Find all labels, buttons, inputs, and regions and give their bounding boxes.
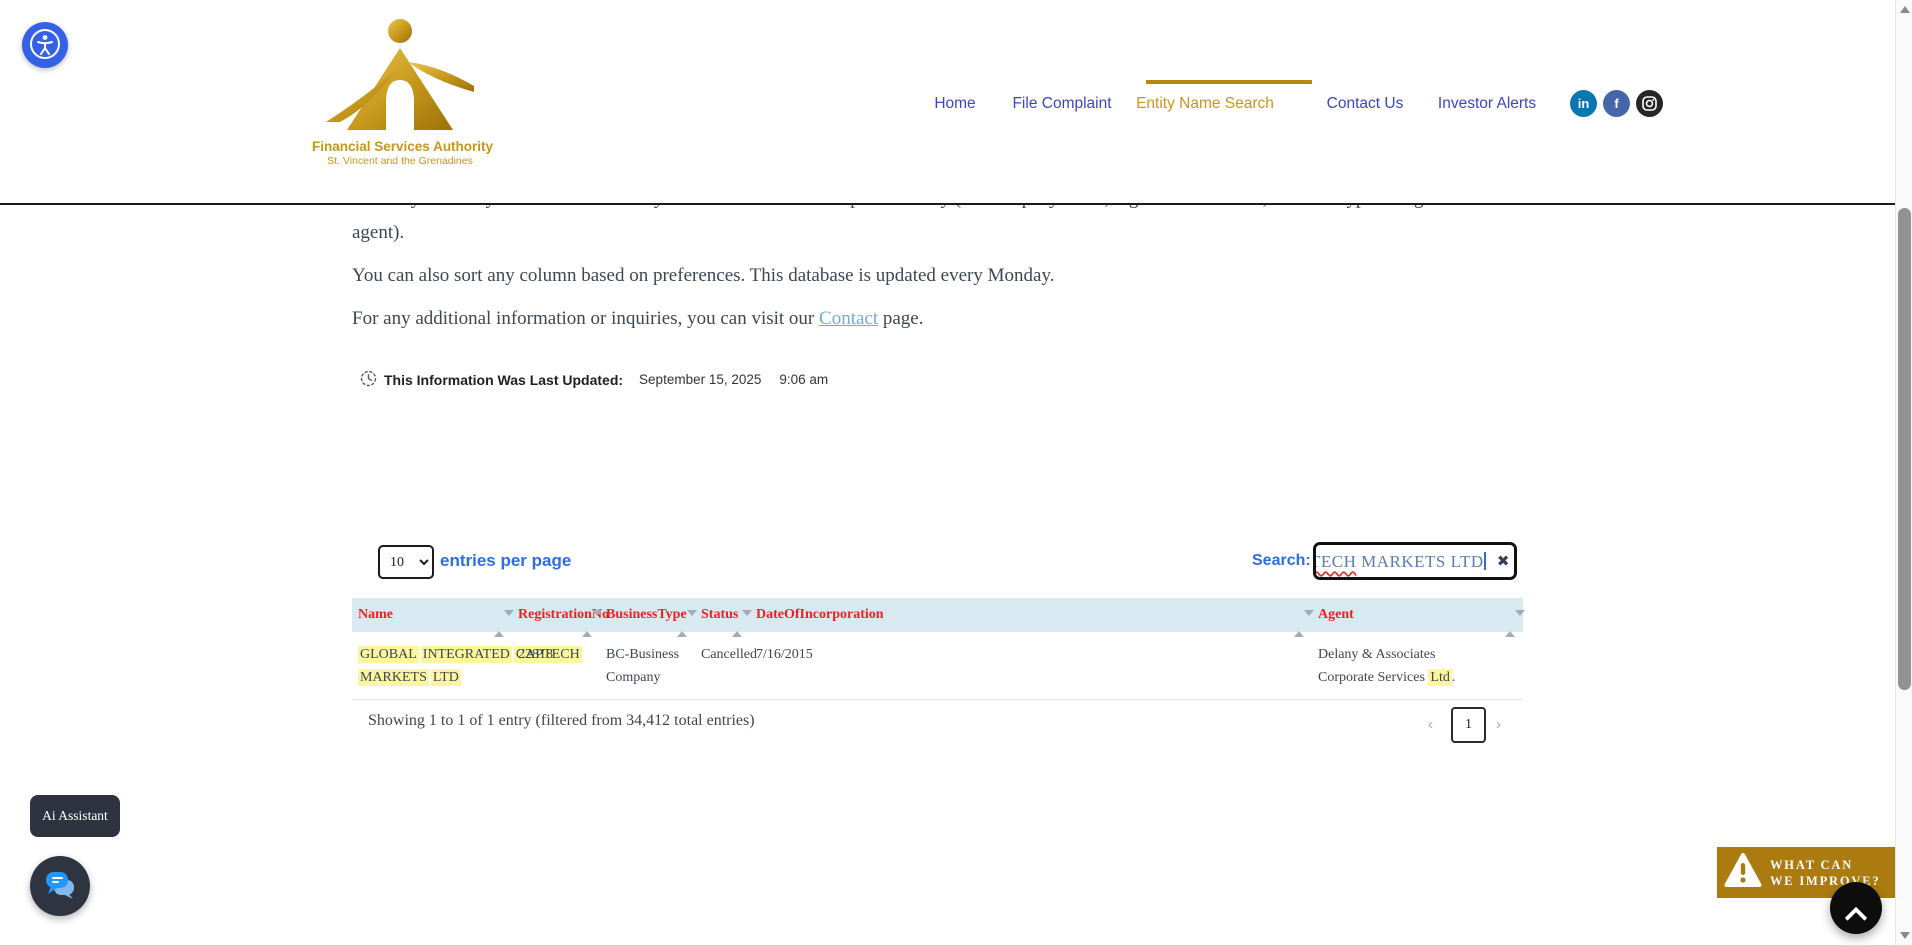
- pagination-previous[interactable]: ‹: [1428, 716, 1433, 733]
- facebook-icon[interactable]: f: [1603, 90, 1630, 117]
- column-label: DateOfIncorporation: [756, 607, 884, 622]
- contact-link[interactable]: Contact: [819, 308, 878, 329]
- logo-subtitle: St. Vincent and the Grenadines: [327, 155, 473, 167]
- table-row: GLOBAL INTEGRATED CAPTECH MARKETS LTD 22818…: [352, 632, 1523, 700]
- nav-home[interactable]: Home: [934, 95, 975, 113]
- fsa-logo-icon: [326, 19, 474, 130]
- ai-assistant-badge: Ai Assistant: [30, 795, 120, 837]
- search-text: MARKETS LTD: [1356, 552, 1484, 571]
- scroll-to-top-button[interactable]: [1830, 882, 1882, 934]
- feedback-banner-line-1: WHAT CAN: [1770, 857, 1854, 872]
- accessibility-icon: [25, 28, 65, 67]
- cell-date-of-incorporation: 7/16/2015: [756, 647, 813, 662]
- column-header-dateofincorporation[interactable]: DateOfIncorporation: [750, 598, 1314, 637]
- intro-paragraph-line-3: You can also sort any column based on pr…: [352, 265, 1055, 286]
- scrollbar-up-arrow-icon[interactable]: [1900, 6, 1910, 13]
- pagination-page-1[interactable]: 1: [1451, 707, 1486, 743]
- table-header-row: Name RegistrationNo BusinessType Status …: [352, 598, 1525, 637]
- site-header: Financial Services Authority St. Vincent…: [0, 0, 1895, 205]
- chevron-up-icon: [1844, 906, 1868, 930]
- last-updated-label: This Information Was Last Updated:: [384, 371, 624, 388]
- nav-contact-us[interactable]: Contact Us: [1327, 95, 1404, 113]
- search-label: Search:: [1252, 552, 1311, 569]
- linkedin-icon[interactable]: in: [1570, 90, 1597, 117]
- logo-title: Financial Services Authority: [312, 139, 494, 154]
- highlighted-word: INTEGRATED: [420, 646, 512, 663]
- column-header-agent[interactable]: Agent: [1312, 598, 1525, 637]
- fsa-logo[interactable]: Financial Services Authority St. Vincent…: [312, 18, 493, 167]
- clear-search-icon[interactable]: ✖: [1497, 552, 1510, 570]
- text-caret: [1483, 552, 1486, 570]
- chat-button[interactable]: [30, 856, 90, 916]
- search-text-misspelled: TECH: [1313, 552, 1357, 571]
- cell-agent: Delany & Associates Corporate Services L…: [1312, 632, 1523, 699]
- clock-history-icon: [360, 370, 377, 387]
- last-updated-time: 9:06 am: [779, 372, 829, 388]
- page-size-select[interactable]: 10: [378, 545, 434, 579]
- nav-investor-alerts[interactable]: Investor Alerts: [1438, 95, 1536, 113]
- intro-paragraph-line-4: For any additional information or inquir…: [352, 308, 924, 330]
- agent-line-1: Delany & Associates: [1318, 647, 1436, 662]
- entries-per-page-label: entries per page: [440, 551, 572, 570]
- entity-table: Name RegistrationNo BusinessType Status …: [352, 598, 1525, 700]
- column-header-businesstype[interactable]: BusinessType: [600, 598, 697, 637]
- chat-bubbles-icon: [43, 871, 77, 905]
- cell-status: Cancelled: [701, 647, 757, 662]
- highlighted-word: MARKETS: [358, 669, 429, 686]
- accessibility-button[interactable]: [22, 22, 68, 68]
- intro-text-suffix: page.: [878, 308, 924, 329]
- warning-icon: [1724, 852, 1762, 893]
- pagination-next[interactable]: ›: [1496, 716, 1501, 733]
- column-header-status[interactable]: Status: [695, 598, 752, 637]
- nav-entity-name-search[interactable]: Entity Name Search: [1136, 95, 1274, 113]
- active-nav-indicator: [1146, 80, 1312, 84]
- column-label: Name: [358, 607, 393, 622]
- instagram-icon[interactable]: [1636, 90, 1663, 117]
- last-updated-row: This Information Was Last Updated: Septem…: [360, 370, 828, 390]
- search-input[interactable]: TECH MARKETS LTD ✖: [1313, 542, 1517, 580]
- scrollbar-thumb[interactable]: [1898, 208, 1911, 690]
- nav-file-complaint[interactable]: File Complaint: [1012, 95, 1111, 113]
- scrollbar-down-arrow-icon[interactable]: [1900, 932, 1910, 939]
- cell-business-type: BC-Business Company: [606, 647, 680, 685]
- highlighted-word: LTD: [430, 669, 461, 686]
- agent-line-2: Corporate Services Ltd.: [1318, 669, 1456, 686]
- column-label: Agent: [1318, 607, 1354, 622]
- cell-name: GLOBAL INTEGRATED CAPTECH MARKETS LTD: [352, 632, 582, 699]
- column-header-registrationno[interactable]: RegistrationNo: [512, 598, 609, 637]
- intro-text: For any additional information or inquir…: [352, 308, 820, 329]
- highlighted-word: Ltd: [1428, 669, 1452, 686]
- scrollbar[interactable]: [1895, 0, 1912, 945]
- cell-registration-no: 22818: [518, 647, 553, 662]
- intro-paragraph-line-2: agent).: [352, 222, 405, 243]
- column-label: BusinessType: [606, 607, 687, 622]
- column-header-name[interactable]: Name: [352, 598, 514, 637]
- highlighted-word: GLOBAL: [358, 646, 419, 663]
- table-info: Showing 1 to 1 of 1 entry (filtered from…: [368, 712, 755, 729]
- last-updated-date: September 15, 2025: [639, 372, 762, 388]
